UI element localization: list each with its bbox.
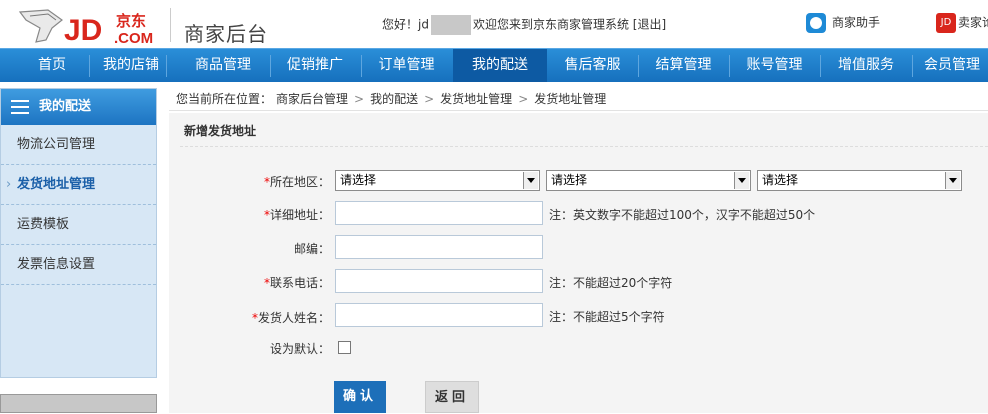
logo-divider — [170, 8, 171, 42]
address-note: 注：英文数字不能超过100个，汉字不能超过50个 — [549, 208, 816, 222]
back-button[interactable]: 返回 — [425, 381, 479, 413]
district-select[interactable]: 请选择 — [757, 170, 962, 191]
menu-list-icon — [11, 100, 29, 114]
nav-my-delivery[interactable]: 我的配送 — [453, 49, 547, 82]
nav-promotion[interactable]: 促销推广 — [270, 49, 360, 82]
sender-name-input[interactable] — [335, 303, 543, 327]
sidebar-item-shipping-address[interactable]: › 发货地址管理 — [1, 165, 156, 205]
zip-label: 邮编： — [293, 242, 330, 256]
form-title: 新增发货地址 — [184, 124, 257, 138]
default-label: 设为默认： — [269, 342, 330, 356]
sidebar-item-logistics[interactable]: 物流公司管理 — [1, 125, 156, 165]
sender-note: 注：不能超过5个字符 — [549, 310, 665, 324]
sidebar-bottom-box — [0, 394, 157, 413]
province-select-value: 请选择 — [340, 173, 377, 187]
phone-label: 联系电话： — [269, 276, 330, 290]
nav-accounts[interactable]: 账号管理 — [729, 49, 820, 82]
chevron-down-icon — [523, 172, 538, 189]
main-nav: 首页 我的店铺 商品管理 促销推广 订单管理 我的配送 售后客服 结算管理 账号… — [0, 48, 988, 82]
city-select-value: 请选择 — [551, 173, 588, 187]
greeting: 您好！jd 欢迎您来到京东商家管理系统 [退出] — [382, 15, 666, 35]
breadcrumb-prefix: 您当前所在位置： — [176, 92, 273, 106]
zip-input[interactable] — [335, 235, 543, 259]
sidebar-item-label: 物流公司管理 — [17, 137, 96, 152]
sidebar: 我的配送 物流公司管理 › 发货地址管理 运费模板 发票信息设置 — [0, 88, 157, 378]
nav-orders[interactable]: 订单管理 — [361, 49, 452, 82]
jd-badge-icon: JD — [936, 13, 956, 33]
sidebar-item-label: 发票信息设置 — [17, 257, 96, 272]
breadcrumb-item[interactable]: 发货地址管理 — [440, 92, 512, 106]
region-label-wrap: *所在地区： — [210, 173, 330, 190]
helper-icon — [806, 13, 826, 33]
chevron-down-icon — [945, 172, 960, 189]
nav-members[interactable]: 会员管理 — [912, 49, 988, 82]
address-label: 详细地址： — [269, 208, 330, 222]
jd-logo[interactable]: JD 京东 .COM — [18, 6, 168, 46]
sidebar-item-label: 发货地址管理 — [17, 177, 96, 192]
address-input[interactable] — [335, 201, 543, 225]
phone-note: 注：不能超过20个字符 — [549, 276, 673, 290]
site-subtitle: 商家后台 — [184, 22, 268, 46]
form-panel — [169, 113, 988, 413]
header: JD 京东 .COM 商家后台 您好！jd 欢迎您来到京东商家管理系统 [退出] … — [0, 0, 988, 48]
confirm-button[interactable]: 确认 — [334, 381, 386, 413]
breadcrumb: 您当前所在位置： 商家后台管理 > 我的配送 > 发货地址管理 > 发货地址管理 — [176, 90, 610, 107]
breadcrumb-item[interactable]: 我的配送 — [370, 92, 418, 106]
masked-username — [430, 15, 471, 35]
sidebar-item-invoice-settings[interactable]: 发票信息设置 — [1, 245, 156, 285]
sender-label-wrap: *发货人姓名： — [210, 309, 330, 326]
nav-after-sales[interactable]: 售后客服 — [547, 49, 638, 82]
sidebar-title: 我的配送 — [39, 99, 92, 114]
default-checkbox[interactable] — [338, 341, 351, 354]
seller-forum-link[interactable]: JD卖家论 — [936, 13, 988, 33]
breadcrumb-separator: > — [424, 92, 435, 106]
sidebar-item-label: 运费模板 — [17, 217, 70, 232]
greeting-prefix: 您好！jd — [382, 17, 429, 32]
chevron-right-icon: › — [6, 177, 12, 192]
logout-link[interactable]: [退出] — [633, 18, 666, 32]
phone-label-wrap: *联系电话： — [210, 274, 330, 291]
province-select[interactable]: 请选择 — [335, 170, 540, 191]
address-label-wrap: *详细地址： — [210, 206, 330, 223]
form-title-divider — [180, 146, 988, 147]
helper-label: 商家助手 — [832, 15, 881, 30]
sidebar-item-freight-template[interactable]: 运费模板 — [1, 205, 156, 245]
breadcrumb-divider — [169, 110, 988, 111]
phone-input[interactable] — [335, 269, 543, 293]
seller-label: 卖家论 — [958, 15, 988, 30]
jd-dog-icon — [18, 9, 63, 43]
sidebar-header: 我的配送 — [1, 89, 156, 125]
city-select[interactable]: 请选择 — [546, 170, 751, 191]
region-label: 所在地区： — [269, 175, 330, 189]
breadcrumb-item[interactable]: 商家后台管理 — [276, 92, 348, 106]
district-select-value: 请选择 — [762, 173, 799, 187]
nav-products[interactable]: 商品管理 — [166, 49, 280, 82]
greeting-suffix: 欢迎您来到京东商家管理系统 — [472, 17, 629, 32]
nav-settlement[interactable]: 结算管理 — [638, 49, 729, 82]
breadcrumb-current: 发货地址管理 — [534, 92, 607, 106]
nav-my-store[interactable]: 我的店铺 — [89, 49, 173, 82]
breadcrumb-separator: > — [518, 92, 529, 106]
sender-label: 发货人姓名： — [257, 311, 330, 325]
logo-jd: JD — [64, 14, 102, 46]
nav-value-added[interactable]: 增值服务 — [820, 49, 912, 82]
merchant-helper-link[interactable]: 商家助手 — [806, 13, 880, 33]
chevron-down-icon — [734, 172, 749, 189]
logo-domain: .COM — [114, 30, 153, 46]
logo-cn: 京东 — [116, 12, 146, 30]
breadcrumb-separator: > — [354, 92, 365, 106]
